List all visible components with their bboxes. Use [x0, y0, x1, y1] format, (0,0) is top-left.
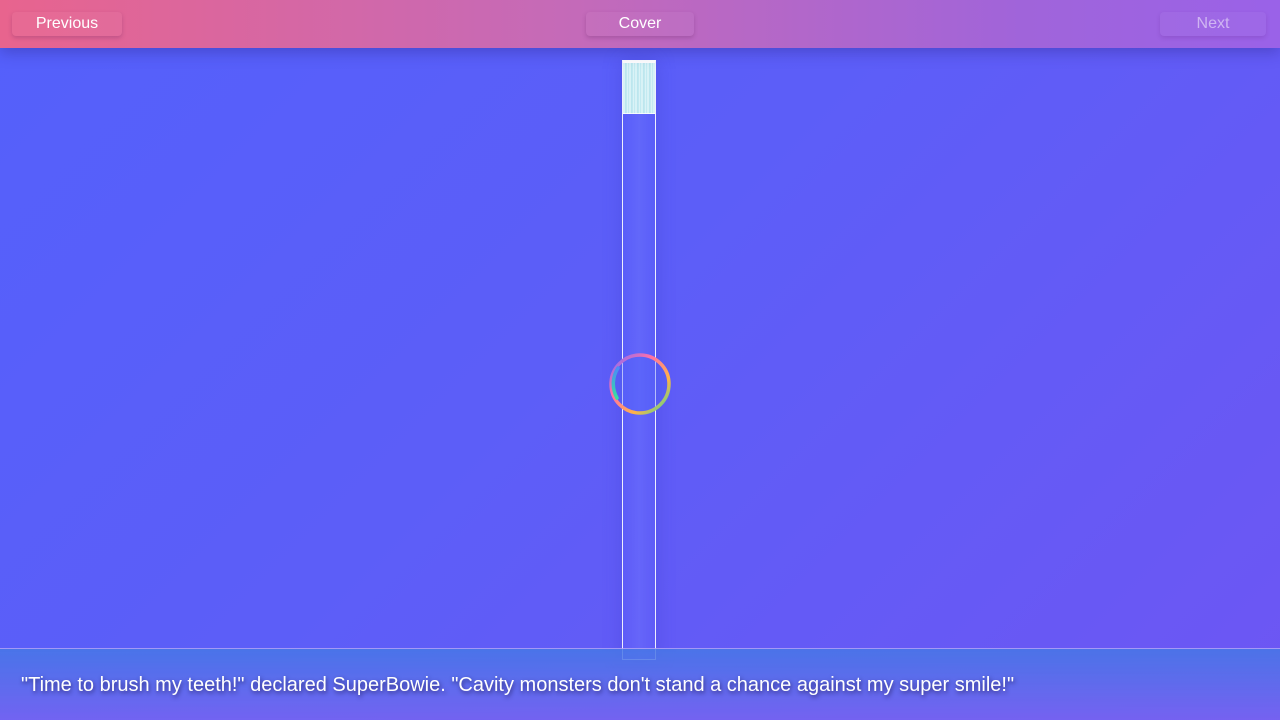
page-illustration — [623, 63, 655, 114]
page-caption: "Time to brush my teeth!" declared Super… — [21, 674, 1015, 696]
previous-button[interactable]: Previous — [12, 12, 122, 36]
next-button[interactable]: Next — [1160, 12, 1266, 36]
top-navigation-bar: Previous Cover Next — [0, 0, 1280, 48]
loading-spinner-icon — [609, 353, 671, 415]
caption-bar: "Time to brush my teeth!" declared Super… — [0, 648, 1280, 720]
cover-button[interactable]: Cover — [586, 12, 694, 36]
